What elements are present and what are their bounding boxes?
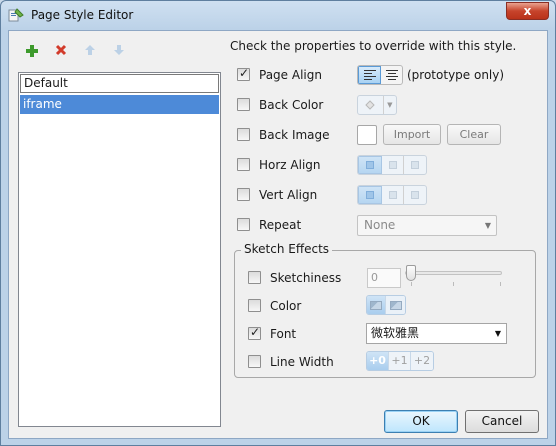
back-image-checkbox[interactable] [237, 128, 250, 141]
plus-icon [26, 45, 38, 57]
align-left-option[interactable] [358, 66, 381, 84]
line-width-segmented[interactable]: +0 +1 +2 [366, 351, 434, 371]
ok-button[interactable]: OK [384, 410, 458, 433]
slider-tick [411, 282, 412, 286]
instructions-text: Check the properties to override with th… [230, 39, 517, 53]
back-color-checkbox[interactable] [237, 98, 250, 111]
window-title: Page Style Editor [31, 8, 134, 22]
cancel-button[interactable]: Cancel [465, 410, 539, 433]
app-icon [8, 8, 24, 22]
sketch-effects-title: Sketch Effects [241, 242, 333, 256]
arrow-down-icon [114, 45, 124, 55]
page-align-label: Page Align [259, 68, 322, 82]
font-dropdown[interactable]: 微软雅黑 ▼ [366, 323, 507, 344]
grayscale-image-option[interactable] [386, 296, 405, 314]
paint-bucket-icon [358, 96, 384, 114]
line-width-option[interactable]: +1 [389, 352, 411, 370]
back-image-label: Back Image [259, 128, 330, 142]
style-name-input[interactable]: Default [20, 74, 219, 93]
align-center-icon [385, 70, 398, 80]
square-icon [411, 191, 420, 199]
add-style-button[interactable] [24, 44, 40, 60]
repeat-checkbox[interactable] [237, 218, 250, 231]
sketch-color-segmented[interactable] [366, 295, 406, 315]
back-color-picker[interactable]: ▼ [357, 95, 397, 115]
back-image-preview [357, 125, 377, 145]
vert-align-middle-option[interactable] [382, 186, 405, 204]
arrow-up-icon [85, 45, 95, 55]
square-icon [411, 161, 420, 169]
vert-align-checkbox[interactable] [237, 188, 250, 201]
move-up-button[interactable] [82, 44, 98, 60]
align-left-icon [363, 70, 376, 80]
image-icon [370, 300, 382, 310]
sketchiness-slider-thumb[interactable] [406, 265, 416, 281]
color-image-option[interactable] [367, 296, 386, 314]
horz-align-segmented[interactable] [357, 155, 427, 175]
sketch-color-label: Color [270, 299, 302, 313]
sketchiness-slider-track[interactable] [405, 271, 502, 275]
align-center-option[interactable] [381, 66, 402, 84]
sketchiness-checkbox[interactable] [248, 271, 261, 284]
vert-align-top-option[interactable] [358, 186, 382, 204]
square-icon [365, 161, 374, 169]
line-width-option[interactable]: +2 [411, 352, 433, 370]
clear-button[interactable]: Clear [447, 124, 501, 145]
line-width-option[interactable]: +0 [367, 352, 389, 370]
page-align-segmented[interactable] [357, 65, 403, 85]
slider-tick [500, 282, 501, 286]
sketch-color-checkbox[interactable] [248, 299, 261, 312]
chevron-down-icon: ▼ [494, 329, 501, 338]
back-color-label: Back Color [259, 98, 324, 112]
square-icon [388, 161, 397, 169]
image-icon [389, 300, 402, 310]
vert-align-segmented[interactable] [357, 185, 427, 205]
line-width-label: Line Width [270, 355, 334, 369]
font-value: 微软雅黑 [371, 326, 420, 340]
chevron-down-icon: ▼ [387, 101, 393, 109]
move-down-button[interactable] [111, 44, 127, 60]
horz-align-checkbox[interactable] [237, 158, 250, 171]
repeat-label: Repeat [259, 218, 302, 232]
horz-align-label: Horz Align [259, 158, 321, 172]
close-button[interactable]: x [506, 2, 549, 20]
vert-align-bottom-option[interactable] [404, 186, 426, 204]
slider-tick [453, 282, 454, 286]
prototype-only-note: (prototype only) [407, 68, 505, 82]
horz-align-left-option[interactable] [358, 156, 382, 174]
delete-style-button[interactable] [53, 44, 69, 60]
style-list[interactable]: Default iframe [18, 72, 221, 427]
chevron-down-icon: ▼ [484, 221, 491, 230]
font-label: Font [270, 327, 297, 341]
vert-align-label: Vert Align [259, 188, 318, 202]
sketchiness-label: Sketchiness [270, 271, 342, 285]
horz-align-right-option[interactable] [404, 156, 426, 174]
repeat-value: None [364, 218, 396, 232]
square-icon [388, 191, 397, 199]
horz-align-center-option[interactable] [382, 156, 405, 174]
line-width-checkbox[interactable] [248, 355, 261, 368]
list-item[interactable]: iframe [20, 95, 219, 114]
repeat-dropdown[interactable]: None ▼ [357, 215, 497, 236]
dialog-client-area: Default iframe Check the properties to o… [8, 30, 548, 439]
page-align-checkbox[interactable] [237, 66, 250, 81]
import-button[interactable]: Import [383, 124, 441, 145]
x-icon [55, 44, 67, 56]
font-checkbox[interactable] [248, 325, 261, 340]
square-icon [365, 191, 374, 199]
title-bar[interactable]: Page Style Editor x [1, 1, 555, 29]
dialog-window: Page Style Editor x Default iframe Check… [0, 0, 556, 446]
sketchiness-input[interactable]: 0 [367, 268, 401, 288]
